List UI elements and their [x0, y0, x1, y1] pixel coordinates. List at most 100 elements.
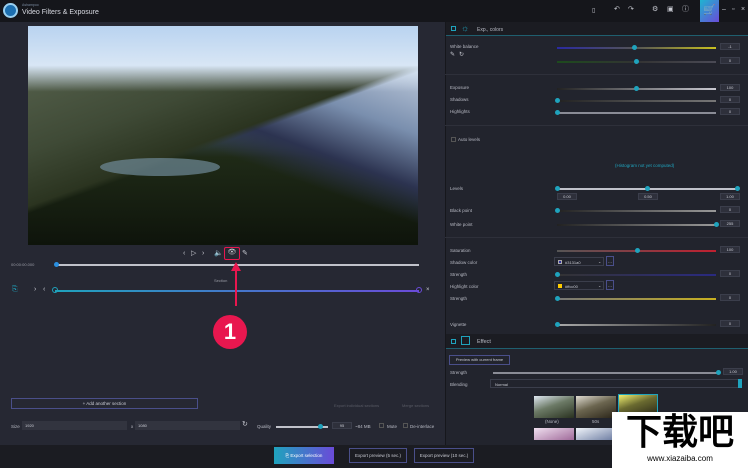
settings-icon[interactable]: ⚙	[652, 6, 658, 14]
shadow-strength-input[interactable]: 0	[720, 270, 740, 277]
shadows-slider[interactable]	[557, 100, 716, 102]
info-icon[interactable]: ⓘ	[682, 6, 689, 14]
export-preview-10-button[interactable]: Export preview (10 sec.)	[414, 448, 474, 463]
minimize-icon[interactable]: –	[722, 6, 726, 14]
white-balance-tint-handle[interactable]	[634, 59, 639, 64]
vignette-handle[interactable]	[555, 322, 560, 327]
effect-enable-checkbox[interactable]	[451, 339, 456, 344]
highlight-strength-input[interactable]: 0	[720, 294, 740, 301]
section-range-slider[interactable]	[55, 290, 419, 292]
colors-title: Exp., colors	[477, 27, 504, 33]
reset-size-icon[interactable]: ↻	[242, 421, 248, 429]
volume-icon[interactable]: 🔈	[214, 250, 223, 258]
shadows-handle[interactable]	[555, 98, 560, 103]
blending-select[interactable]: Normal	[490, 379, 742, 388]
white-balance-tint-input[interactable]: 0	[720, 57, 740, 64]
export-preview-5-button[interactable]: Export preview (5 sec.)	[349, 448, 407, 463]
shadow-strength-handle[interactable]	[555, 272, 560, 277]
exposure-input[interactable]: 100	[720, 84, 740, 91]
eyedropper-icon[interactable]: ✎	[242, 250, 248, 258]
mute-checkbox[interactable]	[379, 423, 384, 428]
effect-strength-slider[interactable]	[493, 372, 718, 374]
highlights-slider[interactable]	[557, 112, 716, 114]
colors-enable-checkbox[interactable]	[451, 26, 456, 31]
image-icon[interactable]: ▣	[667, 6, 674, 14]
section-start-icon[interactable]: ›	[34, 286, 36, 294]
effect-thumb-none[interactable]	[534, 396, 574, 418]
width-input[interactable]: 1920	[22, 421, 127, 430]
effect-thumb-50s-label: 50s	[592, 419, 600, 424]
white-balance-temp-input[interactable]: -1	[720, 43, 740, 50]
previous-frame-icon[interactable]: ‹	[183, 250, 185, 258]
preview-current-frame-button[interactable]: Preview with current frame	[449, 355, 510, 365]
undo-icon[interactable]: ↶	[614, 6, 620, 14]
highlight-strength-handle[interactable]	[555, 296, 560, 301]
auto-levels-label: Auto levels	[458, 137, 481, 142]
shadow-color-more-button[interactable]: ...	[606, 256, 614, 266]
highlights-input[interactable]: 0	[720, 108, 740, 115]
white-balance-temp-handle[interactable]	[632, 45, 637, 50]
highlight-strength-slider[interactable]	[557, 298, 716, 300]
exposure-handle[interactable]	[634, 86, 639, 91]
deinterlace-checkbox[interactable]	[403, 423, 408, 428]
vignette-slider[interactable]	[557, 324, 716, 326]
effect-header	[446, 334, 748, 349]
cart-button[interactable]: 🛒	[700, 0, 719, 22]
compare-view-button[interactable]: 👁	[224, 247, 240, 260]
white-point-handle[interactable]	[714, 222, 719, 227]
restore-icon[interactable]: ▫	[732, 6, 734, 14]
levels-mid-input[interactable]: 0.50	[638, 193, 658, 200]
vignette-input[interactable]: 0	[720, 320, 740, 327]
quality-handle[interactable]	[318, 424, 323, 429]
eyedropper-icon[interactable]: ✎	[450, 51, 455, 59]
black-point-input[interactable]: 0	[720, 206, 740, 213]
divider	[445, 125, 748, 126]
clipboard-icon[interactable]: ▯	[592, 7, 595, 15]
effect-thumb-50s[interactable]	[576, 396, 616, 418]
effect-thumb-none-label: (None)	[545, 419, 559, 424]
shadow-color-select[interactable]: #3131a0 ⌄	[554, 257, 604, 266]
auto-levels-checkbox[interactable]	[451, 137, 456, 142]
saturation-input[interactable]: 100	[720, 246, 740, 253]
redo-icon[interactable]: ↷	[628, 6, 634, 14]
next-frame-icon[interactable]: ›	[202, 250, 204, 258]
shadows-input[interactable]: 0	[720, 96, 740, 103]
section-start-handle[interactable]	[52, 287, 58, 293]
highlights-handle[interactable]	[555, 110, 560, 115]
play-icon[interactable]: ▷	[191, 250, 196, 258]
add-section-button[interactable]: + Add another section	[11, 398, 198, 409]
black-point-handle[interactable]	[555, 208, 560, 213]
close-icon[interactable]: ×	[741, 6, 745, 14]
effect-thumb-4[interactable]	[534, 428, 574, 440]
remove-section-icon[interactable]: ×	[426, 286, 430, 294]
levels-high-input[interactable]: 1.00	[720, 193, 740, 200]
levels-low-handle[interactable]	[555, 186, 560, 191]
white-point-slider[interactable]	[557, 224, 716, 226]
effect-thumb-5[interactable]	[576, 428, 616, 440]
export-individual-checkbox[interactable]: Export individual sections	[334, 403, 379, 408]
highlight-color-select[interactable]: #ffcc00 ⌄	[554, 281, 604, 290]
effect-strength-input[interactable]: 1.00	[723, 368, 743, 375]
annotation-arrow-shaft	[234, 270, 237, 306]
section-end-icon[interactable]: ‹	[43, 286, 45, 294]
timeline-handle[interactable]	[54, 262, 59, 267]
size-label: Size	[11, 424, 20, 429]
levels-low-input[interactable]: 0.00	[557, 193, 577, 200]
shadow-strength-slider[interactable]	[557, 274, 716, 276]
section-end-handle[interactable]	[416, 287, 422, 293]
reset-icon[interactable]: ↻	[459, 51, 464, 59]
timecode: 00:00:00.000	[11, 262, 35, 267]
section-icon[interactable]: ⎘	[12, 286, 18, 294]
black-point-slider[interactable]	[557, 210, 716, 212]
white-point-input[interactable]: 255	[720, 220, 740, 227]
height-input[interactable]: 1080	[135, 421, 240, 430]
scrollbar[interactable]	[738, 379, 742, 388]
highlight-color-more-button[interactable]: ...	[606, 280, 614, 290]
saturation-handle[interactable]	[635, 248, 640, 253]
effect-strength-handle[interactable]	[716, 370, 721, 375]
export-selection-button[interactable]: ⎘ Export selection	[274, 447, 334, 464]
levels-mid-handle[interactable]	[645, 186, 650, 191]
merge-sections-checkbox[interactable]: Merge sections	[402, 403, 429, 408]
quality-input[interactable]: 95	[332, 422, 352, 429]
levels-high-handle[interactable]	[735, 186, 740, 191]
